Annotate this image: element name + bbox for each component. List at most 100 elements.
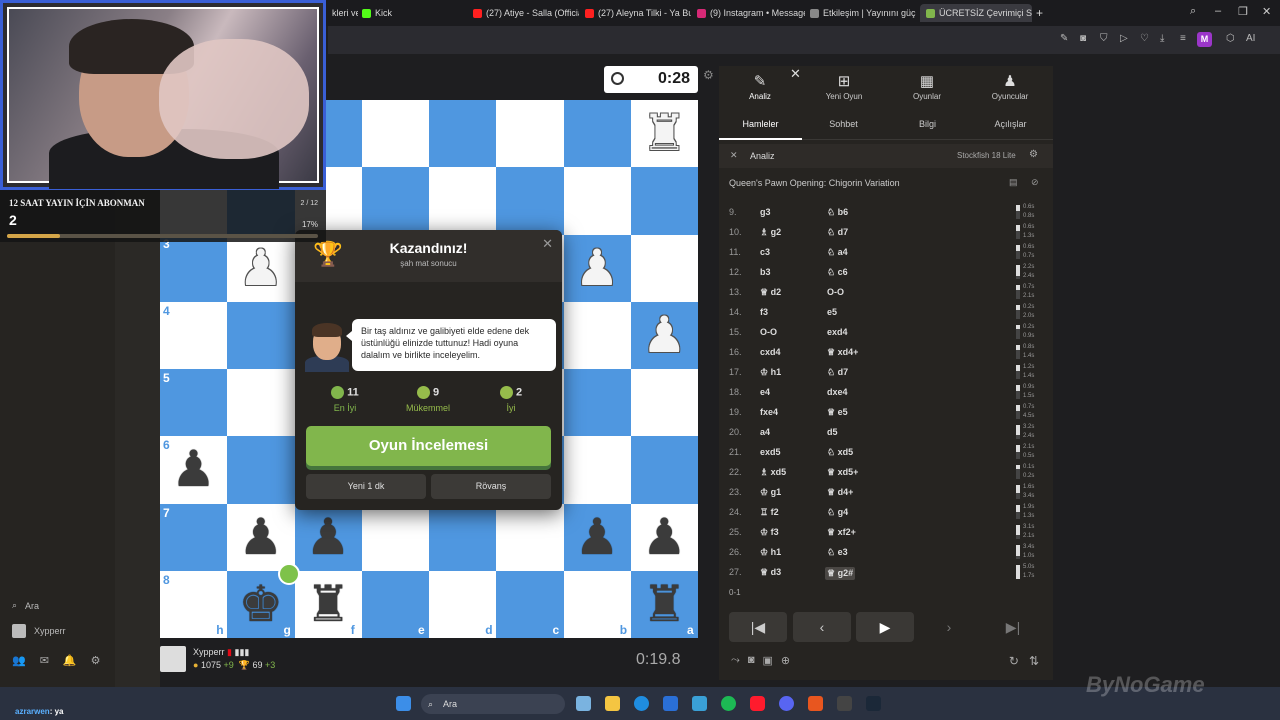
board-square[interactable] [496, 503, 564, 571]
edit-icon[interactable]: ✎ [1060, 33, 1068, 44]
steam-icon[interactable] [866, 696, 881, 711]
taskbar-search[interactable]: ⌕ Ara [421, 694, 565, 714]
edge-icon[interactable] [634, 696, 649, 711]
white-rook-piece[interactable]: ♜ [631, 100, 698, 167]
sidebar-search[interactable]: ⌕ Ara [12, 600, 39, 611]
sidebar-user[interactable]: Xypperr [12, 624, 66, 638]
black-rook-piece[interactable]: ♜ [295, 571, 362, 638]
white-pawn-piece[interactable]: ♟ [564, 235, 631, 302]
folder-icon[interactable] [605, 696, 620, 711]
black-move[interactable]: e5 [827, 307, 837, 317]
board-square[interactable] [630, 167, 698, 235]
black-move[interactable]: d5 [827, 427, 838, 437]
black-move[interactable]: ♘ d7 [827, 227, 848, 238]
board-square[interactable] [160, 369, 228, 437]
white-move[interactable]: b3 [760, 267, 771, 277]
tab-youtube-1[interactable]: (27) Atiye - Salla (Official [473, 4, 579, 22]
black-move[interactable]: ♘ c6 [827, 267, 848, 278]
white-move[interactable]: c3 [760, 247, 770, 257]
windows-start-icon[interactable] [396, 696, 411, 711]
engine-label[interactable]: Stockfish 18 Lite [957, 151, 1016, 160]
mail-icon[interactable]: ✉ [40, 654, 49, 667]
tab-info[interactable]: Bilgi [886, 119, 969, 129]
white-move[interactable]: O-O [760, 327, 777, 337]
nav-games[interactable]: ▦ Oyunlar [886, 72, 968, 101]
white-pawn-piece[interactable]: ♟ [227, 235, 294, 302]
tab-instagram[interactable]: (9) Instagram • Messages [697, 4, 805, 22]
nav-new-game[interactable]: ⊞ Yeni Oyun [803, 72, 885, 101]
close-icon[interactable]: ✕ [1262, 5, 1271, 18]
black-pawn-piece[interactable]: ♟ [160, 436, 227, 503]
close-icon[interactable]: ✕ [790, 66, 801, 82]
black-move[interactable]: ♘ g4 [827, 507, 848, 518]
bell-icon[interactable]: 🔔 [63, 654, 77, 667]
share-icon[interactable]: ⤳ [731, 654, 740, 667]
image-icon[interactable]: ▣ [762, 654, 772, 667]
play-icon[interactable]: ▷ [1120, 33, 1128, 44]
black-move[interactable]: dxe4 [827, 387, 848, 397]
play-button[interactable]: ▶ [856, 612, 914, 642]
tab-chess[interactable]: ÜCRETSİZ Çevrimiçi Satranç [920, 4, 1032, 22]
book-icon[interactable]: ▤ [1009, 177, 1018, 188]
white-move[interactable]: exd5 [760, 447, 781, 457]
profile-avatar[interactable]: M [1197, 32, 1212, 47]
board-square[interactable] [429, 167, 497, 235]
board-square[interactable] [227, 301, 295, 369]
black-move[interactable]: ♘ a4 [827, 247, 848, 258]
white-move[interactable]: ♖ f2 [760, 507, 779, 518]
white-move[interactable]: ♕ d3 [760, 567, 781, 578]
explorer-icon[interactable]: ⊘ [1031, 177, 1039, 188]
white-move[interactable]: e4 [760, 387, 770, 397]
new-tab-button[interactable]: + [1036, 4, 1048, 22]
tab-0[interactable]: kleri ve [332, 4, 358, 22]
tab-moves[interactable]: Hamleler [719, 119, 802, 129]
board-square[interactable] [160, 301, 228, 369]
discord-icon[interactable] [779, 696, 794, 711]
settings-icon[interactable]: ⚙ [91, 654, 101, 667]
tab-openings[interactable]: Açılışlar [969, 119, 1052, 129]
board-square[interactable] [361, 100, 429, 168]
white-move[interactable]: ♗ g2 [760, 227, 781, 238]
tab-chat[interactable]: Sohbet [802, 119, 885, 129]
download-icon[interactable]: ⤓ [1160, 33, 1164, 44]
board-square[interactable] [429, 100, 497, 168]
board-square[interactable] [227, 369, 295, 437]
white-pawn-piece[interactable]: ♟ [631, 302, 698, 369]
black-move[interactable]: ♘ xd5 [827, 447, 853, 458]
camera-icon[interactable]: ◙ [1080, 33, 1086, 44]
camera-icon[interactable]: ◙ [748, 654, 755, 667]
black-move[interactable]: O-O [827, 287, 844, 297]
engine-settings-icon[interactable]: ⚙ [1029, 149, 1038, 160]
black-move[interactable]: ♕ g2# [825, 567, 856, 580]
prev-move-button[interactable]: ‹ [793, 612, 851, 642]
nav-analysis[interactable]: ✎ Analiz [719, 72, 801, 101]
close-analysis-icon[interactable]: ✕ [730, 150, 738, 161]
next-move-button[interactable]: › [920, 612, 978, 642]
black-move[interactable]: exd4 [827, 327, 848, 337]
zoom-icon[interactable]: ⊕ [781, 654, 790, 667]
black-move[interactable]: ♕ xf2+ [827, 527, 856, 538]
spotify-icon[interactable] [721, 696, 736, 711]
tab-youtube-2[interactable]: (27) Aleyna Tilki - Ya Bu İş [585, 4, 691, 22]
black-move[interactable]: ♘ b6 [827, 207, 848, 218]
board-square[interactable] [160, 503, 228, 571]
shield-icon[interactable]: ⛉ [1100, 33, 1108, 44]
white-move[interactable]: fxe4 [760, 407, 778, 417]
tab-etkilesim[interactable]: Etkileşim | Yayınını güç [810, 4, 916, 22]
menu-icon[interactable]: ≡ [1180, 33, 1186, 44]
store-icon[interactable] [663, 696, 678, 711]
white-move[interactable]: a4 [760, 427, 770, 437]
board-square[interactable] [630, 369, 698, 437]
game-review-button[interactable]: Oyun İncelemesi [306, 426, 551, 466]
board-square[interactable] [160, 234, 228, 302]
black-move[interactable]: ♘ e3 [827, 547, 848, 558]
black-pawn-piece[interactable]: ♟ [631, 504, 698, 571]
ai-button[interactable]: AI [1246, 33, 1255, 44]
white-move[interactable]: f3 [760, 307, 768, 317]
black-pawn-piece[interactable]: ♟ [227, 504, 294, 571]
search-icon[interactable]: ⌕ [1190, 5, 1196, 18]
board-square[interactable] [429, 503, 497, 571]
app-icon-1[interactable] [576, 696, 591, 711]
black-move[interactable]: ♕ xd5+ [827, 467, 858, 478]
board-square[interactable] [496, 100, 564, 168]
